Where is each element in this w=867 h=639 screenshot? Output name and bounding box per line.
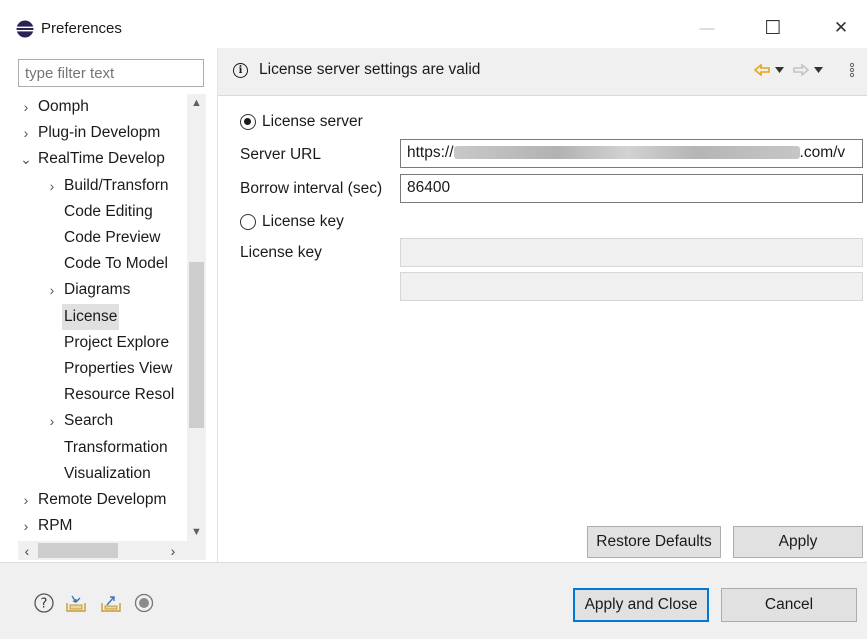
- back-arrow-icon[interactable]: [753, 60, 771, 80]
- tree-item-label: Diagrams: [64, 281, 131, 299]
- tree-item[interactable]: › Search: [44, 408, 186, 434]
- tree-item-label: Code Preview: [64, 229, 161, 246]
- tree-item[interactable]: › Oomph: [18, 94, 186, 120]
- server-url-field[interactable]: https:// .com/v: [400, 139, 863, 168]
- tree-item[interactable]: Project Explore: [44, 330, 186, 356]
- tree-item-label: Plug-in Developm: [38, 124, 161, 142]
- window-title: Preferences: [41, 20, 122, 37]
- license-key-radio[interactable]: [240, 214, 256, 230]
- scroll-up-icon[interactable]: ▲: [187, 94, 206, 112]
- help-icon[interactable]: ?: [33, 592, 55, 614]
- header-message: License server settings are valid: [259, 61, 481, 78]
- tree-item-label: Build/Transforn: [64, 176, 169, 194]
- scroll-right-icon[interactable]: ›: [164, 541, 182, 560]
- tree-item[interactable]: › Build/Transforn: [44, 173, 186, 199]
- title-bar: [0, 0, 867, 48]
- cancel-button[interactable]: Cancel: [721, 588, 857, 622]
- preferences-tree: › Oomph › Plug-in Developm ⌄ RealTime Develop…: [18, 94, 206, 539]
- tree-item-label: Transformation: [64, 438, 168, 456]
- tree-item-label: Search: [64, 412, 114, 430]
- tree-item-label: Remote Developm: [38, 491, 167, 508]
- minimize-button[interactable]: —: [684, 10, 730, 46]
- tree-item[interactable]: ⌄ RealTime Develop: [18, 146, 186, 172]
- info-icon: i: [233, 63, 248, 78]
- license-key-field[interactable]: [400, 238, 863, 267]
- tree-horizontal-scrollbar[interactable]: ‹ ›: [18, 541, 206, 560]
- chevron-right-icon[interactable]: ›: [18, 487, 34, 513]
- tree-item[interactable]: › Plug-in Developm: [18, 120, 186, 146]
- tree-item[interactable]: Code To Model: [44, 251, 186, 277]
- tree-item[interactable]: Transformation: [44, 435, 186, 461]
- restore-defaults-button[interactable]: Restore Defaults: [587, 526, 721, 558]
- filter-input[interactable]: [18, 59, 204, 87]
- tree-item-label: RPM: [38, 517, 73, 535]
- tree-item[interactable]: Code Preview: [44, 225, 186, 251]
- tree-vertical-scrollbar[interactable]: ▲ ▼: [187, 94, 206, 541]
- redacted-url-part: [453, 146, 800, 160]
- scroll-down-icon[interactable]: ▼: [187, 523, 206, 541]
- tree-item-label: Code Editing: [64, 202, 153, 220]
- svg-text:?: ?: [41, 597, 48, 612]
- tree-item-label: License: [62, 303, 120, 330]
- license-key-label: License key: [240, 244, 322, 261]
- tree-item-label: Visualization: [64, 464, 151, 482]
- license-key-field-secondary[interactable]: [400, 272, 863, 301]
- chevron-down-icon[interactable]: ⌄: [18, 146, 34, 172]
- tree-item-label: Resource Resol: [64, 386, 175, 404]
- tree-item[interactable]: › Diagrams: [44, 277, 186, 303]
- apply-button[interactable]: Apply: [733, 526, 863, 558]
- close-button[interactable]: ✕: [818, 10, 864, 46]
- chevron-right-icon[interactable]: ›: [18, 513, 34, 539]
- view-menu-icon[interactable]: [847, 60, 857, 80]
- chevron-right-icon[interactable]: ›: [44, 173, 60, 199]
- tree-item[interactable]: Properties View: [44, 356, 186, 382]
- license-server-radio-label: License server: [262, 113, 363, 130]
- borrow-interval-label: Borrow interval (sec): [240, 180, 383, 197]
- forward-dropdown-icon[interactable]: [812, 60, 824, 80]
- chevron-right-icon[interactable]: ›: [44, 408, 60, 434]
- pane-divider[interactable]: [217, 48, 218, 562]
- tree-item[interactable]: › RPM: [18, 513, 186, 539]
- chevron-right-icon[interactable]: ›: [44, 277, 60, 303]
- server-url-label: Server URL: [240, 146, 321, 163]
- back-dropdown-icon[interactable]: [773, 60, 785, 80]
- maximize-button[interactable]: ☐: [750, 10, 796, 46]
- server-url-suffix: .com/v: [799, 144, 846, 161]
- export-icon[interactable]: [100, 592, 122, 614]
- tree-item[interactable]: Resource Resol: [44, 382, 186, 408]
- tree-item[interactable]: › Remote Developm: [18, 487, 186, 513]
- scroll-thumb[interactable]: [189, 262, 204, 428]
- license-key-radio-label: License key: [262, 213, 344, 230]
- borrow-interval-field[interactable]: 86400: [400, 174, 863, 203]
- tree-item-label: Oomph: [38, 98, 89, 115]
- tree-item-label: RealTime Develop: [38, 150, 165, 168]
- tree-item[interactable]: License: [44, 303, 186, 330]
- eclipse-app-icon: [16, 20, 34, 38]
- chevron-right-icon[interactable]: ›: [18, 94, 34, 120]
- import-icon[interactable]: [65, 592, 87, 614]
- tree-item-label: Properties View: [64, 360, 173, 377]
- server-url-prefix: https://: [407, 144, 454, 161]
- record-icon[interactable]: [133, 592, 155, 614]
- hscroll-thumb[interactable]: [38, 543, 118, 558]
- chevron-right-icon[interactable]: ›: [18, 120, 34, 146]
- scroll-left-icon[interactable]: ‹: [18, 541, 36, 560]
- forward-arrow-icon[interactable]: [792, 60, 810, 80]
- tree-item-label: Code To Model: [64, 255, 168, 273]
- tree-item[interactable]: Visualization: [44, 461, 186, 487]
- tree-item-label: Project Explore: [64, 333, 170, 351]
- header-separator: [218, 95, 867, 96]
- license-server-radio[interactable]: [240, 114, 256, 130]
- apply-and-close-button[interactable]: Apply and Close: [573, 588, 709, 622]
- tree-item[interactable]: Code Editing: [44, 199, 186, 225]
